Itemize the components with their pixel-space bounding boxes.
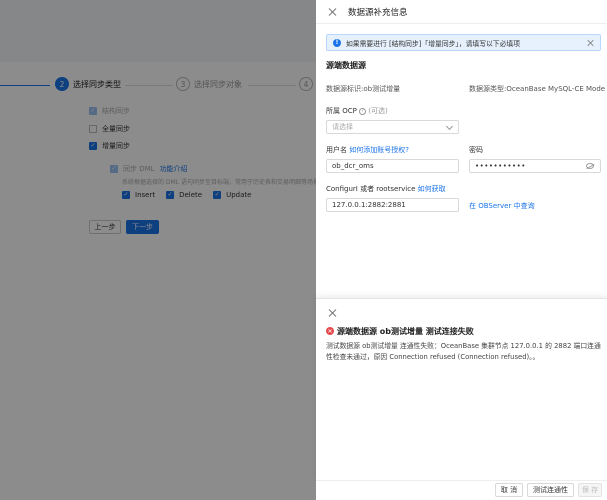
username-value: ob_dcr_oms [332, 162, 374, 170]
configurl-input[interactable]: 127.0.0.1:2882:2881 [326, 198, 459, 212]
info-alert: ! 如果需要进行 [结构同步]「增量同步」，请填写以下必填项 [326, 34, 601, 51]
close-icon[interactable] [328, 308, 338, 318]
test-connection-button[interactable]: 测试连通性 [527, 483, 574, 497]
cancel-button[interactable]: 取 消 [495, 483, 523, 497]
save-button[interactable]: 保 存 [578, 483, 602, 497]
info-icon: ! [333, 38, 341, 47]
error-icon: ✕ [326, 327, 334, 335]
configurl-value: 127.0.0.1:2882:2881 [332, 201, 406, 209]
drawer-title: 数据源补充信息 [348, 7, 408, 18]
account-auth-link[interactable]: 如何添加账号授权? [349, 146, 409, 154]
configurl-label: ConfigurI 或者 rootservice [326, 185, 416, 193]
ocp-optional: (可选) [368, 107, 388, 115]
error-title: 源端数据源 ob测试增量 测试连接失败 [337, 327, 474, 336]
configurl-field-label: ConfigurI 或者 rootservice 如何获取 [326, 184, 446, 194]
password-input[interactable]: ••••••••••• [469, 159, 601, 173]
error-message: 测试数据源 ob测试增量 连通性失败：OceanBase 集群节点 127.0.… [326, 342, 601, 361]
alert-text: 如果需要进行 [结构同步]「增量同步」，请填写以下必填项 [346, 39, 520, 48]
ocp-placeholder: 请选择 [332, 123, 353, 131]
help-icon[interactable]: ? [359, 107, 367, 115]
ocp-select[interactable]: 请选择 [326, 120, 459, 134]
observer-query-link[interactable]: 在 OBServer 中查询 [469, 201, 535, 211]
chevron-down-icon [445, 122, 454, 131]
password-value: ••••••••••• [475, 162, 526, 170]
ocp-label: 所属 OCP [326, 107, 357, 115]
username-label: 用户名 [326, 146, 347, 154]
datasource-id: 数据源标识:ob测试增量 [326, 85, 401, 93]
eye-off-icon[interactable] [586, 163, 594, 169]
ocp-field-label: 所属 OCP ? (可选) [326, 106, 388, 116]
alert-close-icon[interactable] [586, 39, 594, 47]
drawer-header: 数据源补充信息 [316, 0, 607, 24]
datasource-type: 数据源类型:OceanBase MySQL-CE Mode [469, 85, 606, 93]
username-input[interactable]: ob_dcr_oms [326, 159, 459, 173]
section-title: 源端数据源 [326, 61, 366, 70]
username-field-label: 用户名 如何添加账号授权? [326, 145, 409, 155]
close-icon[interactable] [328, 7, 338, 17]
how-to-get-link[interactable]: 如何获取 [418, 185, 446, 193]
password-label: 密码 [469, 146, 483, 154]
